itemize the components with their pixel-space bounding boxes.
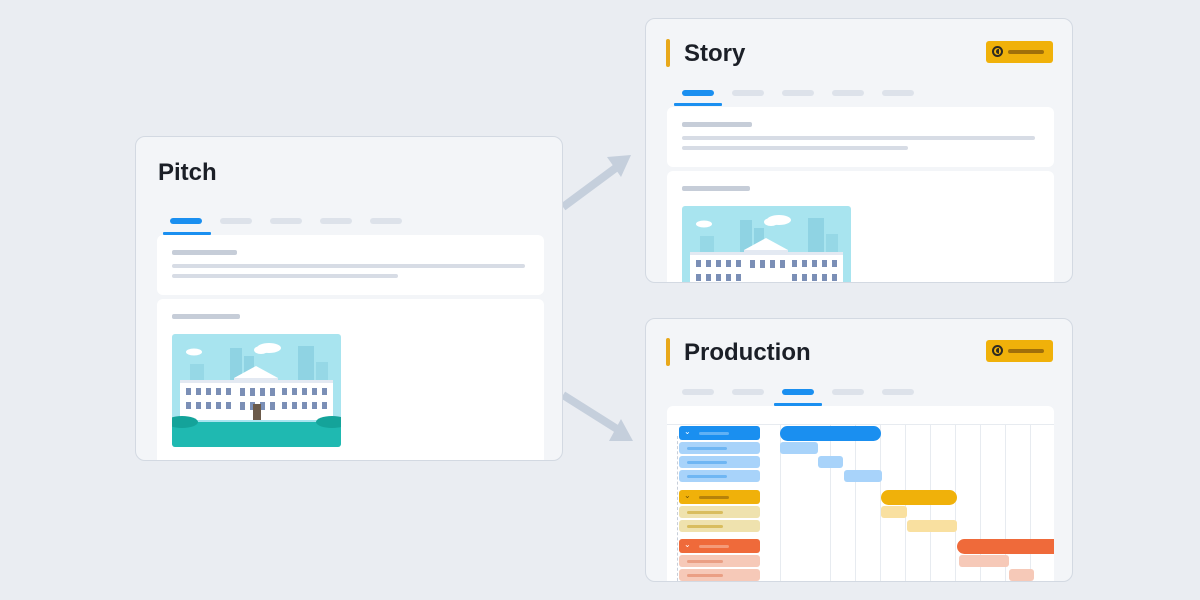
gantt-group-row-orange[interactable]: ⌄ [679, 539, 760, 553]
gantt-grid-line [855, 424, 856, 581]
gantt-timeline-task[interactable] [907, 520, 957, 532]
gantt-timeline-group-blue[interactable] [780, 426, 881, 441]
summary-line-1 [682, 136, 1035, 140]
gantt-group-row-yellow[interactable]: ⌄ [679, 490, 760, 504]
pitch-title: Pitch [158, 159, 217, 186]
summary-heading [682, 122, 752, 127]
gantt-grid-line [880, 424, 881, 581]
gantt-panel: ⌄ ⌄ ⌄ [667, 406, 1054, 581]
story-media-panel [667, 171, 1054, 282]
gantt-timeline-task[interactable] [959, 555, 1009, 567]
tab-3[interactable] [270, 218, 302, 224]
pitch-media-panel [157, 299, 544, 460]
gantt-grid-line [1030, 424, 1031, 581]
gantt-grid-line [830, 424, 831, 581]
tab-1[interactable] [682, 389, 714, 395]
production-status-badge[interactable] [986, 340, 1053, 362]
arrow-to-production [560, 391, 633, 441]
summary-heading [172, 250, 237, 255]
gantt-task-row[interactable] [679, 456, 760, 468]
task-label-placeholder [687, 560, 723, 563]
production-card[interactable]: Production ⌄ ⌄ ⌄ [645, 318, 1073, 582]
story-card[interactable]: Story [645, 18, 1073, 283]
task-label-placeholder [687, 511, 723, 514]
task-label-placeholder [687, 461, 727, 464]
tab-3[interactable] [782, 389, 814, 395]
gantt-task-row[interactable] [679, 442, 760, 454]
media-heading [682, 186, 750, 191]
chevron-down-icon: ⌄ [684, 491, 691, 500]
summary-line-2 [682, 146, 908, 150]
gantt-tree-line [677, 436, 678, 581]
tab-4[interactable] [832, 90, 864, 96]
gantt-task-row[interactable] [679, 555, 760, 567]
task-label-placeholder [687, 525, 723, 528]
chevron-down-icon: ⌄ [684, 540, 691, 549]
gantt-task-row[interactable] [679, 569, 760, 581]
gantt-timeline-task[interactable] [1009, 569, 1034, 581]
gantt-timeline-task[interactable] [881, 506, 907, 518]
progress-clock-icon [992, 46, 1003, 57]
gantt-timeline-group-yellow[interactable] [881, 490, 957, 505]
active-tab-indicator [674, 103, 722, 106]
production-title: Production [684, 339, 811, 366]
progress-clock-icon [992, 345, 1003, 356]
tab-4[interactable] [320, 218, 352, 224]
white-house-illustration [172, 334, 341, 447]
gantt-task-row[interactable] [679, 520, 760, 532]
media-heading [172, 314, 240, 319]
gantt-timeline-task[interactable] [780, 442, 818, 454]
task-label-placeholder [687, 475, 727, 478]
task-label-placeholder [687, 574, 723, 577]
tab-4[interactable] [832, 389, 864, 395]
tab-1[interactable] [170, 218, 202, 224]
pitch-summary-panel [157, 235, 544, 295]
group-label-placeholder [699, 432, 729, 435]
gantt-timeline-group-orange[interactable] [957, 539, 1054, 554]
gantt-task-row[interactable] [679, 506, 760, 518]
story-accent-bar [666, 39, 670, 67]
summary-line-1 [172, 264, 525, 268]
gantt-group-row-blue[interactable]: ⌄ [679, 426, 760, 440]
tab-5[interactable] [882, 90, 914, 96]
summary-line-2 [172, 274, 398, 278]
chevron-down-icon: ⌄ [684, 427, 691, 436]
tab-3[interactable] [782, 90, 814, 96]
gantt-task-row[interactable] [679, 470, 760, 482]
group-label-placeholder [699, 545, 729, 548]
tab-2[interactable] [220, 218, 252, 224]
badge-label-placeholder [1008, 349, 1044, 353]
story-status-badge[interactable] [986, 41, 1053, 63]
task-label-placeholder [687, 447, 727, 450]
gantt-header-divider [667, 424, 1054, 425]
gantt-timeline-task[interactable] [844, 470, 882, 482]
tab-5[interactable] [370, 218, 402, 224]
tab-5[interactable] [882, 389, 914, 395]
gantt-grid-line [955, 424, 956, 581]
production-accent-bar [666, 338, 670, 366]
white-house-illustration [682, 206, 851, 282]
tab-2[interactable] [732, 90, 764, 96]
tab-1[interactable] [682, 90, 714, 96]
gantt-timeline-task[interactable] [818, 456, 843, 468]
group-label-placeholder [699, 496, 729, 499]
tab-2[interactable] [732, 389, 764, 395]
story-summary-panel [667, 107, 1054, 167]
story-title: Story [684, 40, 746, 67]
arrow-to-story [560, 155, 631, 211]
pitch-card[interactable]: Pitch [135, 136, 563, 461]
badge-label-placeholder [1008, 50, 1044, 54]
